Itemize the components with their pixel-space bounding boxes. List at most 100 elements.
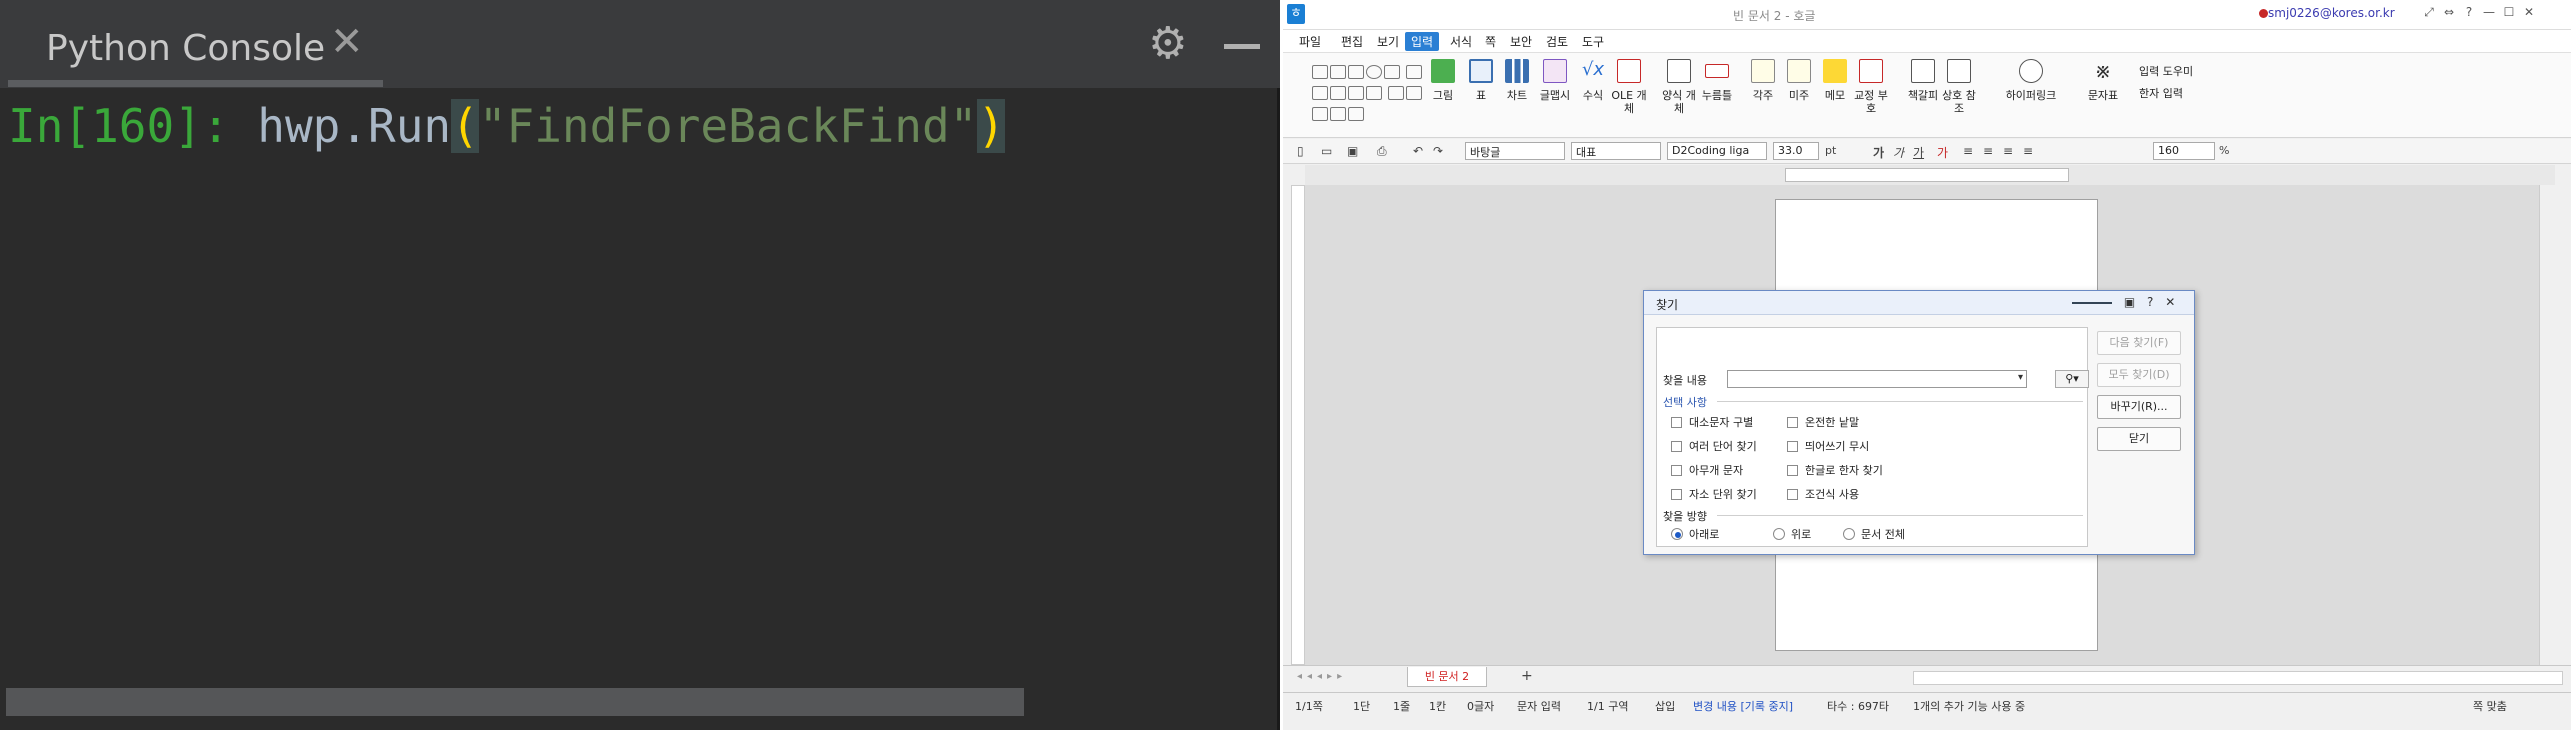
shape-icon[interactable] xyxy=(1405,86,1422,100)
print-icon[interactable]: ⎙ xyxy=(1377,144,1387,159)
replace-button[interactable]: 바꾸기(R)... xyxy=(2097,395,2181,419)
shape-icon[interactable] xyxy=(1312,107,1328,121)
underline-icon[interactable]: 가 xyxy=(1913,144,1924,161)
shape-icon[interactable] xyxy=(1348,86,1364,100)
checkbox-whole-word[interactable]: 온전한 낱말 xyxy=(1787,414,1859,430)
status-insert[interactable]: 삽입 xyxy=(1655,698,1675,714)
tab-python-console[interactable]: Python Console ✕ xyxy=(8,10,383,88)
ribbon-form-object-button[interactable]: 양식 개체 xyxy=(1659,59,1699,115)
find-next-button[interactable]: 다음 찾기(F) xyxy=(2097,331,2181,355)
ribbon-picture-button[interactable]: 그림 xyxy=(1423,59,1463,102)
ribbon-cross-ref-button[interactable]: 상호 참조 xyxy=(1939,59,1979,115)
ribbon-endnote-button[interactable]: 미주 xyxy=(1779,59,1819,102)
radio-down[interactable]: 아래로 xyxy=(1671,526,1719,542)
binoculars-icon[interactable]: ⚲▾ xyxy=(2055,370,2089,388)
save-icon[interactable]: ▣ xyxy=(1347,144,1358,158)
checkbox-jaso[interactable]: 자소 단위 찾기 xyxy=(1671,486,1757,502)
dialog-close-icon[interactable]: ✕ xyxy=(2165,295,2175,309)
menu-review[interactable]: 검토 xyxy=(1546,33,1568,50)
menu-file[interactable]: 파일 xyxy=(1299,33,1321,50)
menu-security[interactable]: 보안 xyxy=(1510,33,1532,50)
shape-icon[interactable] xyxy=(1312,65,1328,79)
input-helper-menu[interactable]: 입력 도우미 xyxy=(2139,63,2193,79)
shape-icon[interactable] xyxy=(1330,107,1346,121)
menu-page[interactable]: 쪽 xyxy=(1485,33,1496,50)
hanja-input-menu[interactable]: 한자 입력 xyxy=(2139,85,2183,101)
ribbon-ole-button[interactable]: OLE 개체 xyxy=(1609,59,1649,115)
font-size-input[interactable]: 33.0 xyxy=(1773,142,1819,160)
restore-icon[interactable]: ⇔ xyxy=(2439,5,2459,19)
shape-icon[interactable] xyxy=(1330,65,1346,79)
shape-icon[interactable] xyxy=(1384,65,1400,79)
undo-icon[interactable]: ↶ xyxy=(1413,144,1423,158)
align-left-icon[interactable]: ≡ xyxy=(1983,144,1993,158)
console-horizontal-scrollbar[interactable] xyxy=(6,688,1024,716)
checkbox-ignore-space[interactable]: 띄어쓰기 무시 xyxy=(1787,438,1869,454)
dialog-help-icon[interactable]: ? xyxy=(2147,295,2153,309)
dialog-option-icon[interactable]: ▣ xyxy=(2124,295,2135,309)
zoom-input[interactable]: 160 xyxy=(2153,142,2215,160)
user-account[interactable]: smj0226@kores.or.kr xyxy=(2268,6,2395,20)
ribbon-footnote-button[interactable]: 각주 xyxy=(1743,59,1783,102)
find-input[interactable]: ▾ xyxy=(1727,370,2027,388)
status-page[interactable]: 1/1쪽 xyxy=(1295,698,1323,714)
paragraph-shape-select[interactable]: 대표 xyxy=(1571,142,1661,160)
close-icon[interactable]: ✕ xyxy=(330,22,364,62)
menu-tools[interactable]: 도구 xyxy=(1582,33,1604,50)
shape-icon[interactable] xyxy=(1366,65,1382,79)
font-select[interactable]: D2Coding liga xyxy=(1667,142,1767,160)
tab-navigation-arrows[interactable]: ◂◂◂▸▸ xyxy=(1297,671,1347,682)
close-dialog-button[interactable]: 닫기 xyxy=(2097,427,2181,451)
menu-insert[interactable]: 입력 xyxy=(1405,32,1440,51)
shape-icon[interactable] xyxy=(1405,65,1422,79)
hwp-app-icon[interactable]: ㅎ xyxy=(1287,4,1305,24)
redo-icon[interactable]: ↷ xyxy=(1433,144,1443,158)
menu-format[interactable]: 서식 xyxy=(1450,33,1472,50)
shape-icon[interactable] xyxy=(1312,86,1328,100)
zoom-unit[interactable]: % xyxy=(2219,144,2229,157)
maximize-button[interactable]: ☐ xyxy=(2499,5,2519,19)
ribbon-chart-button[interactable]: 차트 xyxy=(1497,59,1537,102)
align-right-icon[interactable]: ≡ xyxy=(2023,144,2033,158)
ribbon-hyperlink-button[interactable]: 하이퍼링크 xyxy=(2001,59,2061,102)
checkbox-hangul-hanja[interactable]: 한글로 한자 찾기 xyxy=(1787,462,1883,478)
style-select[interactable]: 바탕글 xyxy=(1465,142,1565,160)
menu-edit[interactable]: 편집 xyxy=(1341,33,1363,50)
new-doc-icon[interactable]: ▯ xyxy=(1297,144,1304,158)
italic-icon[interactable]: 가 xyxy=(1893,144,1904,161)
add-tab-icon[interactable]: + xyxy=(1521,668,1533,684)
ribbon-field-button[interactable]: 누름틀 xyxy=(1697,59,1737,102)
checkbox-wildcard[interactable]: 아무개 문자 xyxy=(1671,462,1743,478)
radio-whole-document[interactable]: 문서 전체 xyxy=(1843,526,1905,542)
status-fit-page[interactable]: 쪽 맞춤 xyxy=(2473,698,2507,714)
vertical-scrollbar[interactable] xyxy=(2539,185,2555,665)
minimize-icon[interactable] xyxy=(1224,44,1260,49)
ribbon-wordart-button[interactable]: 글맵시 xyxy=(1535,59,1575,102)
shape-icon[interactable] xyxy=(1387,86,1404,100)
fullscreen-icon[interactable]: ⤢ xyxy=(2419,5,2439,20)
checkbox-regex[interactable]: 조건식 사용 xyxy=(1787,486,1859,502)
ribbon-equation-button[interactable]: √x 수식 xyxy=(1573,59,1613,102)
bold-icon[interactable]: 가 xyxy=(1873,144,1884,161)
align-justify-icon[interactable]: ≡ xyxy=(1963,144,1973,158)
open-folder-icon[interactable]: ▭ xyxy=(1321,144,1332,158)
ribbon-symbol-button[interactable]: ※ 문자표 xyxy=(2083,59,2123,102)
transparency-slider[interactable] xyxy=(2072,301,2112,304)
status-track-changes[interactable]: 변경 내용 [기록 중지] xyxy=(1693,698,1793,714)
align-center-icon[interactable]: ≡ xyxy=(2003,144,2013,158)
horizontal-ruler[interactable] xyxy=(1305,165,2555,185)
ribbon-table-button[interactable]: 표 xyxy=(1461,59,1501,102)
shape-icon[interactable] xyxy=(1330,86,1346,100)
ribbon-proof-mark-button[interactable]: 교정 부호 xyxy=(1851,59,1891,115)
console-input-line[interactable]: In[160]: hwp.Run("FindForeBackFind") xyxy=(8,96,1006,156)
checkbox-match-case[interactable]: 대소문자 구별 xyxy=(1671,414,1753,430)
shape-icon[interactable] xyxy=(1348,65,1364,79)
checkbox-multi-word[interactable]: 여러 단어 찾기 xyxy=(1671,438,1757,454)
gear-icon[interactable]: ⚙ xyxy=(1148,22,1187,66)
font-color-icon[interactable]: 가 xyxy=(1937,144,1948,161)
minimize-button[interactable]: — xyxy=(2479,5,2499,19)
menu-view[interactable]: 보기 xyxy=(1377,33,1399,50)
radio-up[interactable]: 위로 xyxy=(1773,526,1811,542)
font-size-unit[interactable]: pt xyxy=(1825,144,1836,157)
close-button[interactable]: ✕ xyxy=(2519,5,2539,19)
